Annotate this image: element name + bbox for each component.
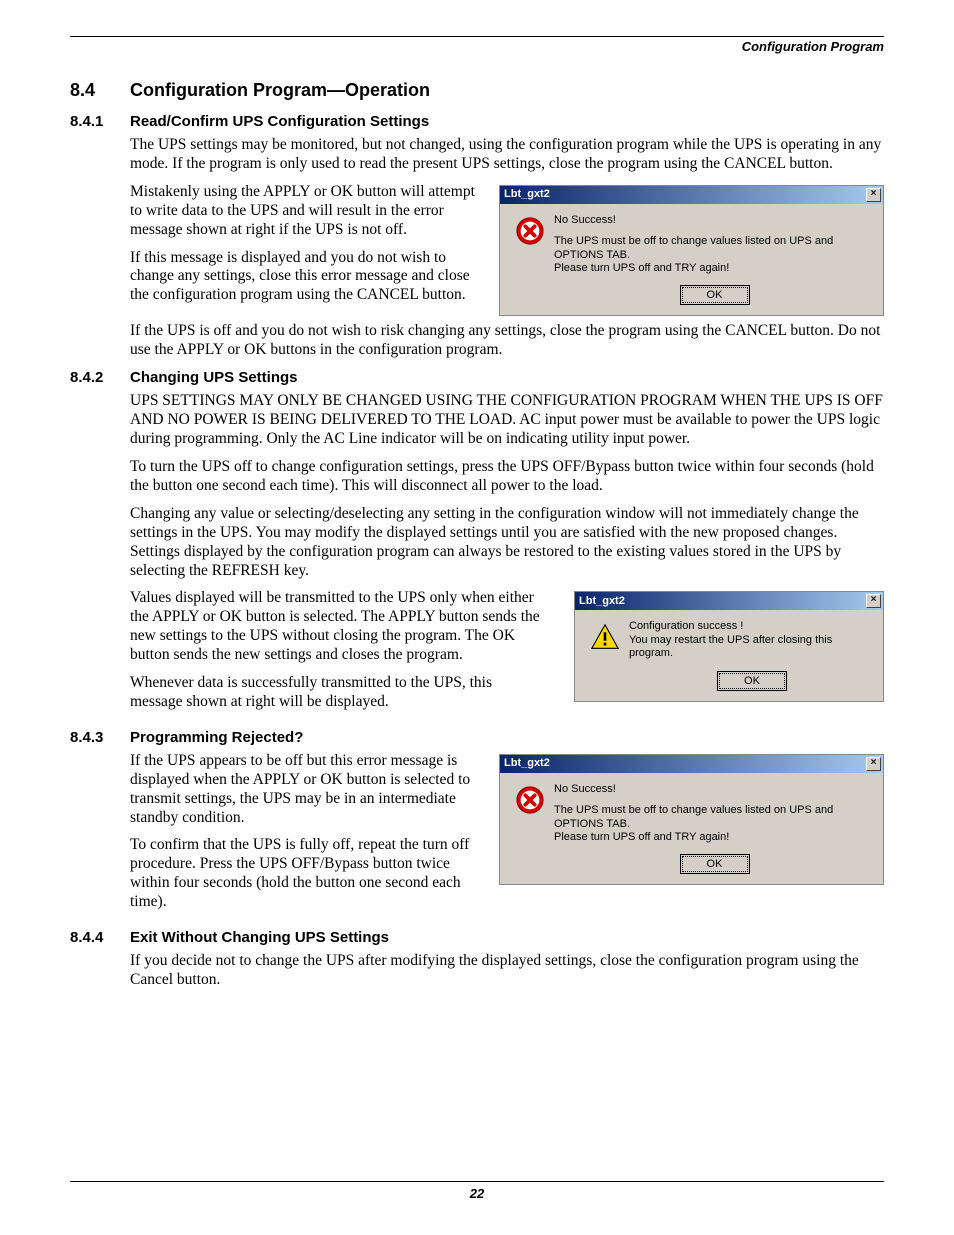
dialog-titlebar: Lbt_gxt2 ×: [500, 755, 883, 773]
paragraph: If the UPS is off and you do not wish to…: [130, 322, 884, 360]
dialog-text: Please turn UPS off and TRY again!: [554, 831, 873, 844]
heading-8-4-4: 8.4.4 Exit Without Changing UPS Settings: [70, 929, 884, 946]
paragraph: UPS SETTINGS MAY ONLY BE CHANGED USING T…: [130, 392, 884, 449]
dialog-titlebar: Lbt_gxt2 ×: [500, 186, 883, 204]
dialog-success: Lbt_gxt2 × Configuration success ! You m…: [574, 591, 884, 701]
dialog-title: Lbt_gxt2: [504, 757, 866, 770]
heading-title: Read/Confirm UPS Configuration Settings: [130, 113, 884, 130]
heading-number: 8.4: [70, 80, 130, 101]
dialog-text: Please turn UPS off and TRY again!: [554, 262, 873, 275]
heading-title: Programming Rejected?: [130, 729, 884, 746]
page-number: 22: [70, 1186, 884, 1201]
running-header: Configuration Program: [70, 39, 884, 54]
heading-number: 8.4.2: [70, 369, 130, 386]
paragraph: If you decide not to change the UPS afte…: [130, 952, 884, 990]
paragraph: Changing any value or selecting/deselect…: [130, 505, 884, 581]
dialog-title: Lbt_gxt2: [579, 595, 866, 608]
warning-icon: [590, 622, 620, 652]
dialog-text: No Success!: [554, 214, 873, 227]
heading-8-4-2: 8.4.2 Changing UPS Settings: [70, 369, 884, 386]
dialog-titlebar: Lbt_gxt2 ×: [575, 592, 883, 610]
ok-button[interactable]: OK: [680, 285, 750, 305]
paragraph: The UPS settings may be monitored, but n…: [130, 136, 884, 174]
dialog-text: The UPS must be off to change values lis…: [554, 235, 873, 262]
ok-button[interactable]: OK: [717, 671, 787, 691]
heading-8-4-3: 8.4.3 Programming Rejected?: [70, 729, 884, 746]
dialog-text: Configuration success !: [629, 620, 873, 633]
close-icon[interactable]: ×: [866, 594, 881, 608]
error-icon: [515, 785, 545, 815]
heading-title: Exit Without Changing UPS Settings: [130, 929, 884, 946]
dialog-title: Lbt_gxt2: [504, 188, 866, 201]
dialog-text: No Success!: [554, 783, 873, 796]
header-rule: [70, 36, 884, 37]
dialog-text: The UPS must be off to change values lis…: [554, 804, 873, 831]
error-icon: [515, 216, 545, 246]
close-icon[interactable]: ×: [866, 757, 881, 771]
dialog-text: You may restart the UPS after closing th…: [629, 634, 873, 661]
paragraph: To turn the UPS off to change configurat…: [130, 458, 884, 496]
heading-8-4: 8.4 Configuration Program—Operation: [70, 80, 884, 101]
heading-8-4-1: 8.4.1 Read/Confirm UPS Configuration Set…: [70, 113, 884, 130]
close-icon[interactable]: ×: [866, 188, 881, 202]
heading-number: 8.4.1: [70, 113, 130, 130]
ok-button[interactable]: OK: [680, 854, 750, 874]
dialog-error-2: Lbt_gxt2 × No Success! The UPS must be o…: [499, 754, 884, 886]
heading-title: Configuration Program—Operation: [130, 80, 884, 101]
dialog-error-1: Lbt_gxt2 × No Success! The UPS must be o…: [499, 185, 884, 317]
heading-number: 8.4.4: [70, 929, 130, 946]
footer-rule: [70, 1181, 884, 1182]
heading-number: 8.4.3: [70, 729, 130, 746]
heading-title: Changing UPS Settings: [130, 369, 884, 386]
page-footer: 22: [70, 1181, 884, 1201]
